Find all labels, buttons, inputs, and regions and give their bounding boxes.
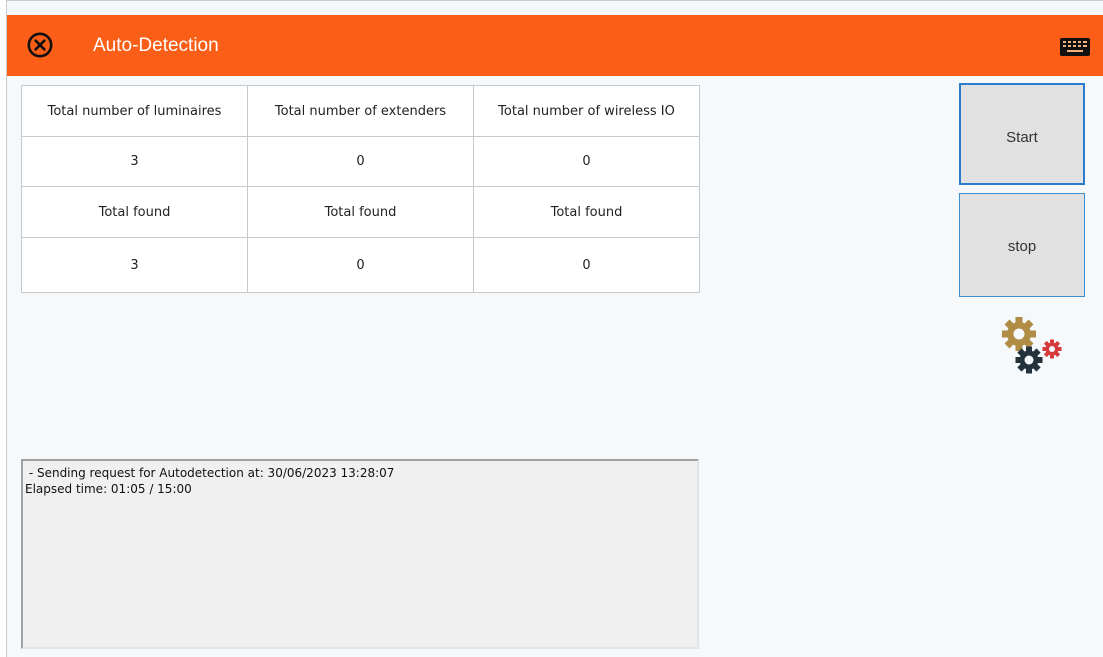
log-line-request: - Sending request for Autodetection at: … bbox=[25, 466, 395, 480]
found-luminaires: 3 bbox=[21, 237, 248, 293]
table-row: 3 0 0 bbox=[21, 136, 700, 187]
log-output[interactable]: - Sending request for Autodetection at: … bbox=[21, 459, 699, 649]
total-luminaires: 3 bbox=[21, 136, 248, 187]
gears-icon bbox=[991, 312, 1067, 378]
start-button[interactable]: Start bbox=[959, 83, 1085, 185]
total-wireless-io: 0 bbox=[473, 136, 700, 187]
log-line-elapsed: Elapsed time: 01:05 / 15:00 bbox=[25, 482, 192, 496]
found-extenders: 0 bbox=[247, 237, 474, 293]
detection-stats-table: Total number of luminaires Total number … bbox=[21, 85, 700, 293]
found-label-extenders: Total found bbox=[247, 186, 474, 238]
table-row: Total number of luminaires Total number … bbox=[21, 85, 700, 137]
table-row: Total found Total found Total found bbox=[21, 186, 700, 238]
header-wireless-io: Total number of wireless IO bbox=[473, 85, 700, 137]
keyboard-icon[interactable] bbox=[1059, 37, 1091, 57]
header-extenders: Total number of extenders bbox=[247, 85, 474, 137]
table-row: 3 0 0 bbox=[21, 237, 700, 293]
total-extenders: 0 bbox=[247, 136, 474, 187]
found-label-wireless-io: Total found bbox=[473, 186, 700, 238]
main-window: Auto-Detection Total number of luminaire… bbox=[6, 0, 1103, 657]
header-luminaires: Total number of luminaires bbox=[21, 85, 248, 137]
stop-button[interactable]: stop bbox=[959, 193, 1085, 297]
title-bar: Auto-Detection bbox=[7, 15, 1103, 76]
close-icon[interactable] bbox=[27, 32, 53, 58]
found-wireless-io: 0 bbox=[473, 237, 700, 293]
window-title: Auto-Detection bbox=[93, 35, 219, 56]
found-label-luminaires: Total found bbox=[21, 186, 248, 238]
